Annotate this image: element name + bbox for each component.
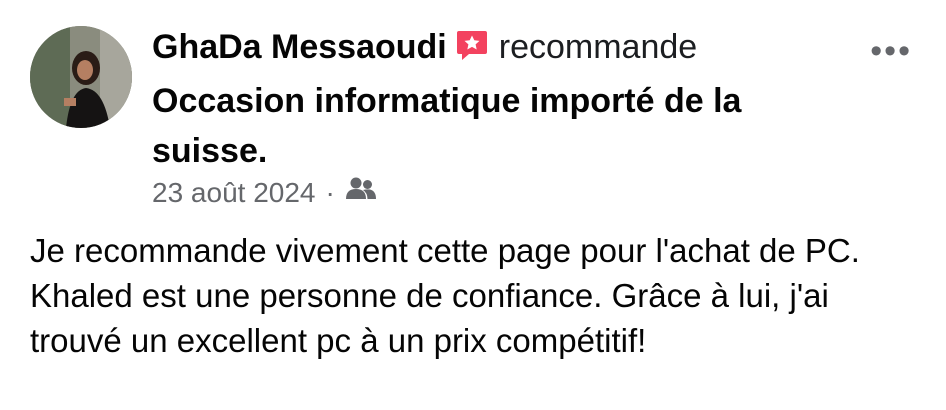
post-text: Je recommande vivement cette page pour l…: [30, 232, 860, 359]
more-options-icon[interactable]: •••: [870, 34, 912, 68]
avatar-image: [30, 26, 132, 128]
author-name[interactable]: GhaDa Messaoudi: [152, 28, 447, 66]
friends-icon[interactable]: [345, 173, 377, 213]
post-meta: 23 août 2024 ·: [152, 173, 377, 213]
post-header: GhaDa Messaoudi recommande Occasion infor…: [152, 22, 842, 176]
avatar[interactable]: [30, 26, 132, 128]
post-title: GhaDa Messaoudi recommande Occasion infor…: [152, 22, 842, 176]
page-name-link[interactable]: Occasion informatique importé de la suis…: [152, 82, 741, 170]
recommend-verb: recommande: [498, 28, 698, 66]
recommendation-post: GhaDa Messaoudi recommande Occasion infor…: [0, 0, 946, 410]
meta-separator: ·: [325, 177, 335, 208]
recommend-star-icon: [455, 26, 489, 76]
post-date[interactable]: 23 août 2024: [152, 173, 316, 213]
